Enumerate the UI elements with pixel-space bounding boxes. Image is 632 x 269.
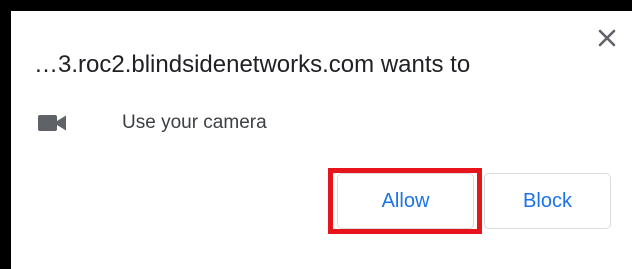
allow-button[interactable]: Allow: [337, 173, 474, 229]
permission-label: Use your camera: [122, 112, 267, 133]
permission-row: Use your camera: [38, 111, 267, 135]
block-button[interactable]: Block: [484, 173, 611, 229]
close-icon: [598, 29, 616, 47]
screenshot-frame: …3.roc2.blindsidenetworks.com wants to U…: [0, 0, 632, 269]
close-button[interactable]: [596, 27, 618, 49]
permission-dialog: …3.roc2.blindsidenetworks.com wants to U…: [11, 11, 632, 269]
video-camera-icon: [38, 114, 68, 132]
dialog-title: …3.roc2.blindsidenetworks.com wants to: [34, 51, 471, 78]
